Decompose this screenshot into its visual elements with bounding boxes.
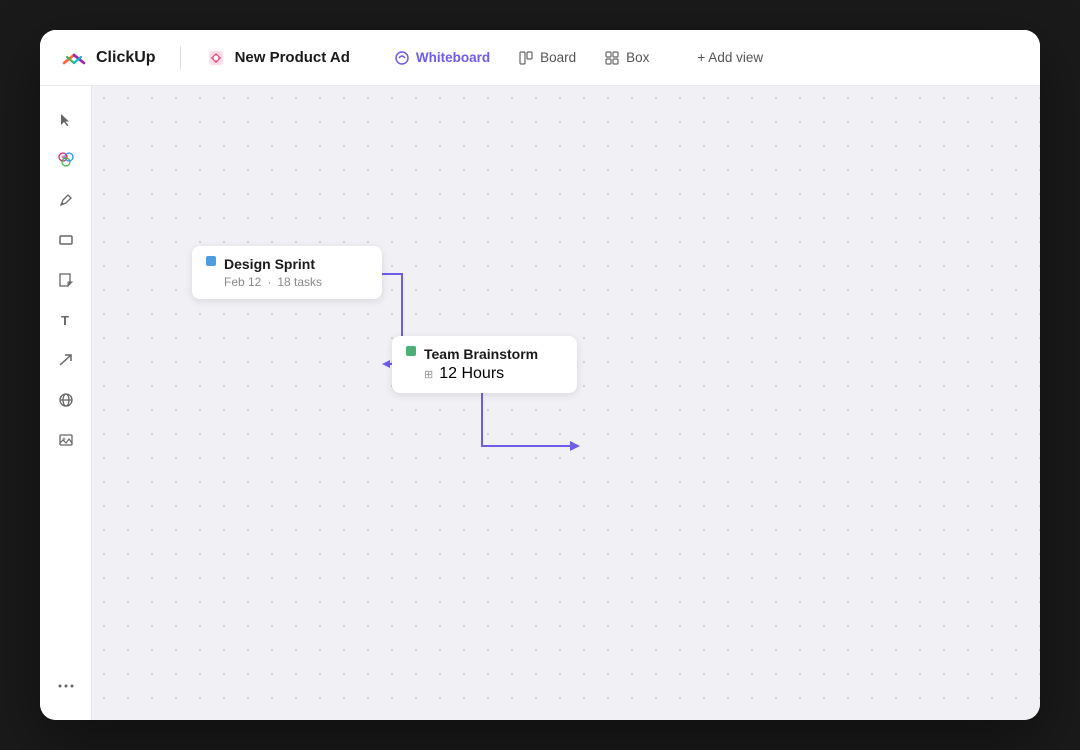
tool-cursor[interactable] [48, 102, 84, 138]
tool-globe[interactable] [48, 382, 84, 418]
rectangle-icon [58, 232, 74, 248]
header: ClickUp New Product Ad Whiteboard [40, 30, 1040, 86]
pen-icon [58, 192, 74, 208]
box-icon [604, 50, 620, 66]
tool-more[interactable] [48, 668, 84, 704]
tool-text[interactable]: T [48, 302, 84, 338]
left-sidebar: T [40, 86, 92, 720]
more-icon [58, 684, 74, 688]
design-sprint-subtitle: Feb 12 · 18 tasks [224, 275, 322, 289]
design-sprint-date: Feb 12 [224, 275, 261, 289]
sticky-note-icon [58, 272, 74, 288]
card-content-brainstorm: Team Brainstorm ⊞ 12 Hours [424, 346, 538, 383]
tab-board-label: Board [540, 50, 576, 65]
design-sprint-tasks: 18 tasks [277, 275, 322, 289]
arrows-svg [92, 86, 1040, 720]
tool-image[interactable] [48, 422, 84, 458]
tab-box[interactable]: Box [592, 44, 661, 72]
design-sprint-dot-sep: · [267, 275, 271, 289]
clickup-logo-icon [60, 44, 88, 72]
tab-board[interactable]: Board [506, 44, 588, 72]
card-dot-green [406, 346, 416, 356]
project-name[interactable]: New Product Ad [205, 47, 350, 69]
canvas[interactable]: Design Sprint Feb 12 · 18 tasks Team Bra… [92, 86, 1040, 720]
nav-tabs: Whiteboard Board Box [382, 44, 662, 72]
tab-whiteboard[interactable]: Whiteboard [382, 44, 502, 72]
whiteboard-icon [394, 50, 410, 66]
globe-icon [58, 392, 74, 408]
arrow-icon [58, 352, 74, 368]
team-brainstorm-card[interactable]: Team Brainstorm ⊞ 12 Hours [392, 336, 577, 393]
logo-text: ClickUp [96, 49, 156, 67]
image-icon [58, 432, 74, 448]
cursor-icon [58, 112, 74, 128]
card-dot-blue [206, 256, 216, 266]
svg-text:T: T [61, 313, 69, 328]
team-brainstorm-hours: 12 Hours [439, 365, 504, 383]
tool-rectangle[interactable] [48, 222, 84, 258]
project-icon [205, 47, 227, 69]
project-name-text: New Product Ad [235, 49, 350, 66]
logo[interactable]: ClickUp [60, 44, 156, 72]
card-header-brainstorm: Team Brainstorm ⊞ 12 Hours [406, 346, 563, 383]
add-view-label: + Add view [697, 50, 763, 65]
tool-sticky[interactable] [48, 262, 84, 298]
team-brainstorm-body: ⊞ 12 Hours [424, 365, 538, 383]
app-container: ClickUp New Product Ad Whiteboard [40, 30, 1040, 720]
card-header: Design Sprint Feb 12 · 18 tasks [206, 256, 368, 289]
board-icon [518, 50, 534, 66]
hours-icon: ⊞ [424, 368, 433, 381]
tab-box-label: Box [626, 50, 649, 65]
nav-divider [180, 46, 181, 70]
add-view-button[interactable]: + Add view [685, 44, 775, 71]
card-content: Design Sprint Feb 12 · 18 tasks [224, 256, 322, 289]
tool-arrow[interactable] [48, 342, 84, 378]
text-icon: T [58, 312, 74, 328]
tool-pen[interactable] [48, 182, 84, 218]
design-sprint-title: Design Sprint [224, 256, 322, 272]
tool-magic[interactable] [48, 142, 84, 178]
tab-whiteboard-label: Whiteboard [416, 50, 490, 65]
team-brainstorm-title: Team Brainstorm [424, 346, 538, 362]
magic-icon [57, 151, 75, 169]
main-layout: T [40, 86, 1040, 720]
design-sprint-card[interactable]: Design Sprint Feb 12 · 18 tasks [192, 246, 382, 299]
